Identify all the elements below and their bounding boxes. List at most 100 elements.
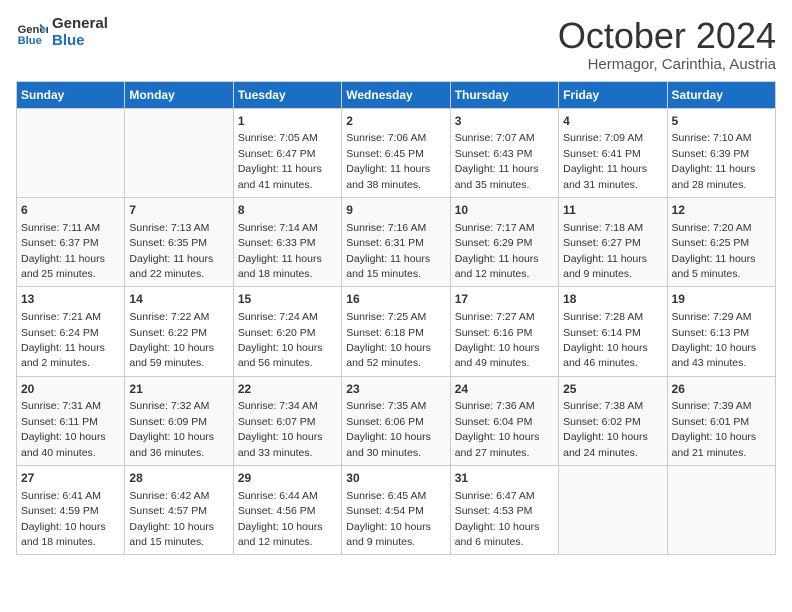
day-cell: 17Sunrise: 7:27 AM Sunset: 6:16 PM Dayli… [450,287,558,376]
day-cell: 21 Sunrise: 7:32 AM Sunset: 6:09 PM Dayli… [125,376,233,465]
day-number: 4 [563,113,662,130]
day-info: Sunrise: 7:09 AM Sunset: 6:41 PM Dayligh… [563,132,647,190]
day-info: Sunrise: 7:05 AM Sunset: 6:47 PM Dayligh… [238,132,322,190]
day-info: Sunrise: 7:32 AM Sunset: 6:09 PM Dayligh… [129,400,214,458]
day-info: Sunrise: 7:16 AM Sunset: 6:31 PM Dayligh… [346,222,430,280]
day-info: Sunrise: 6:41 AM Sunset: 4:59 PM Dayligh… [21,490,106,548]
day-cell [667,466,775,555]
day-info: Sunrise: 7:17 AM Sunset: 6:29 PM Dayligh… [455,222,539,280]
month-title: October 2024 [558,16,776,56]
day-info: Sunrise: 7:10 AM Sunset: 6:39 PM Dayligh… [672,132,756,190]
day-cell: 18Sunrise: 7:28 AM Sunset: 6:14 PM Dayli… [559,287,667,376]
week-row-2: 13Sunrise: 7:21 AM Sunset: 6:24 PM Dayli… [17,287,776,376]
day-info: Sunrise: 6:45 AM Sunset: 4:54 PM Dayligh… [346,490,431,548]
day-number: 2 [346,113,445,130]
day-number: 8 [238,202,337,219]
day-info: Sunrise: 7:36 AM Sunset: 6:04 PM Dayligh… [455,400,540,458]
day-cell: 3 Sunrise: 7:07 AM Sunset: 6:43 PM Daylig… [450,108,558,197]
day-cell: 2Sunrise: 7:06 AM Sunset: 6:45 PM Daylig… [342,108,450,197]
logo-text-general: General [52,16,108,33]
location-subtitle: Hermagor, Carinthia, Austria [558,56,776,73]
day-cell: 4 Sunrise: 7:09 AM Sunset: 6:41 PM Daylig… [559,108,667,197]
day-info: Sunrise: 6:44 AM Sunset: 4:56 PM Dayligh… [238,490,323,548]
day-info: Sunrise: 6:42 AM Sunset: 4:57 PM Dayligh… [129,490,214,548]
day-info: Sunrise: 7:31 AM Sunset: 6:11 PM Dayligh… [21,400,106,458]
day-number: 10 [455,202,554,219]
day-cell: 30 Sunrise: 6:45 AM Sunset: 4:54 PM Dayli… [342,466,450,555]
logo-icon: General Blue [16,17,48,49]
day-number: 31 [455,470,554,487]
svg-text:Blue: Blue [18,35,42,47]
page-header: General Blue General Blue October 2024 H… [16,16,776,73]
day-cell [125,108,233,197]
day-number: 16 [346,291,445,308]
header-cell-monday: Monday [125,81,233,108]
day-info: Sunrise: 7:34 AM Sunset: 6:07 PM Dayligh… [238,400,323,458]
day-cell: 24Sunrise: 7:36 AM Sunset: 6:04 PM Dayli… [450,376,558,465]
day-cell: 16 Sunrise: 7:25 AM Sunset: 6:18 PM Dayli… [342,287,450,376]
day-info: Sunrise: 7:21 AM Sunset: 6:24 PM Dayligh… [21,311,105,369]
day-number: 6 [21,202,120,219]
day-number: 22 [238,381,337,398]
day-cell: 22 Sunrise: 7:34 AM Sunset: 6:07 PM Dayli… [233,376,341,465]
day-cell: 1 Sunrise: 7:05 AM Sunset: 6:47 PM Daylig… [233,108,341,197]
day-cell: 7Sunrise: 7:13 AM Sunset: 6:35 PM Daylig… [125,197,233,286]
logo: General Blue General Blue [16,16,108,49]
day-info: Sunrise: 7:20 AM Sunset: 6:25 PM Dayligh… [672,222,756,280]
day-info: Sunrise: 7:11 AM Sunset: 6:37 PM Dayligh… [21,222,105,280]
calendar-header: SundayMondayTuesdayWednesdayThursdayFrid… [17,81,776,108]
day-cell: 31Sunrise: 6:47 AM Sunset: 4:53 PM Dayli… [450,466,558,555]
day-info: Sunrise: 7:29 AM Sunset: 6:13 PM Dayligh… [672,311,757,369]
day-number: 25 [563,381,662,398]
day-cell: 10 Sunrise: 7:17 AM Sunset: 6:29 PM Dayli… [450,197,558,286]
day-info: Sunrise: 7:07 AM Sunset: 6:43 PM Dayligh… [455,132,539,190]
day-cell: 12Sunrise: 7:20 AM Sunset: 6:25 PM Dayli… [667,197,775,286]
day-cell: 9Sunrise: 7:16 AM Sunset: 6:31 PM Daylig… [342,197,450,286]
day-cell: 19Sunrise: 7:29 AM Sunset: 6:13 PM Dayli… [667,287,775,376]
day-info: Sunrise: 7:14 AM Sunset: 6:33 PM Dayligh… [238,222,322,280]
day-cell: 5 Sunrise: 7:10 AM Sunset: 6:39 PM Daylig… [667,108,775,197]
day-number: 15 [238,291,337,308]
day-number: 1 [238,113,337,130]
week-row-0: 1 Sunrise: 7:05 AM Sunset: 6:47 PM Daylig… [17,108,776,197]
header-cell-friday: Friday [559,81,667,108]
day-info: Sunrise: 7:25 AM Sunset: 6:18 PM Dayligh… [346,311,431,369]
calendar-table: SundayMondayTuesdayWednesdayThursdayFrid… [16,81,776,556]
day-info: Sunrise: 7:24 AM Sunset: 6:20 PM Dayligh… [238,311,323,369]
day-number: 26 [672,381,771,398]
header-row: SundayMondayTuesdayWednesdayThursdayFrid… [17,81,776,108]
day-number: 21 [129,381,228,398]
day-cell: 15 Sunrise: 7:24 AM Sunset: 6:20 PM Dayli… [233,287,341,376]
day-info: Sunrise: 7:38 AM Sunset: 6:02 PM Dayligh… [563,400,648,458]
calendar-body: 1 Sunrise: 7:05 AM Sunset: 6:47 PM Daylig… [17,108,776,555]
day-cell: 28Sunrise: 6:42 AM Sunset: 4:57 PM Dayli… [125,466,233,555]
day-cell [17,108,125,197]
day-number: 23 [346,381,445,398]
day-number: 29 [238,470,337,487]
day-cell: 27 Sunrise: 6:41 AM Sunset: 4:59 PM Dayli… [17,466,125,555]
day-cell [559,466,667,555]
day-number: 30 [346,470,445,487]
day-cell: 13Sunrise: 7:21 AM Sunset: 6:24 PM Dayli… [17,287,125,376]
week-row-3: 20Sunrise: 7:31 AM Sunset: 6:11 PM Dayli… [17,376,776,465]
header-cell-tuesday: Tuesday [233,81,341,108]
day-cell: 29 Sunrise: 6:44 AM Sunset: 4:56 PM Dayli… [233,466,341,555]
week-row-4: 27 Sunrise: 6:41 AM Sunset: 4:59 PM Dayli… [17,466,776,555]
day-number: 14 [129,291,228,308]
day-cell: 14 Sunrise: 7:22 AM Sunset: 6:22 PM Dayli… [125,287,233,376]
day-cell: 23 Sunrise: 7:35 AM Sunset: 6:06 PM Dayli… [342,376,450,465]
day-number: 27 [21,470,120,487]
day-number: 5 [672,113,771,130]
day-info: Sunrise: 7:27 AM Sunset: 6:16 PM Dayligh… [455,311,540,369]
day-number: 18 [563,291,662,308]
day-info: Sunrise: 7:18 AM Sunset: 6:27 PM Dayligh… [563,222,647,280]
title-block: October 2024 Hermagor, Carinthia, Austri… [558,16,776,73]
header-cell-sunday: Sunday [17,81,125,108]
day-cell: 26 Sunrise: 7:39 AM Sunset: 6:01 PM Dayli… [667,376,775,465]
day-info: Sunrise: 7:22 AM Sunset: 6:22 PM Dayligh… [129,311,214,369]
day-number: 11 [563,202,662,219]
day-number: 3 [455,113,554,130]
day-info: Sunrise: 7:35 AM Sunset: 6:06 PM Dayligh… [346,400,431,458]
day-info: Sunrise: 7:39 AM Sunset: 6:01 PM Dayligh… [672,400,757,458]
header-cell-saturday: Saturday [667,81,775,108]
